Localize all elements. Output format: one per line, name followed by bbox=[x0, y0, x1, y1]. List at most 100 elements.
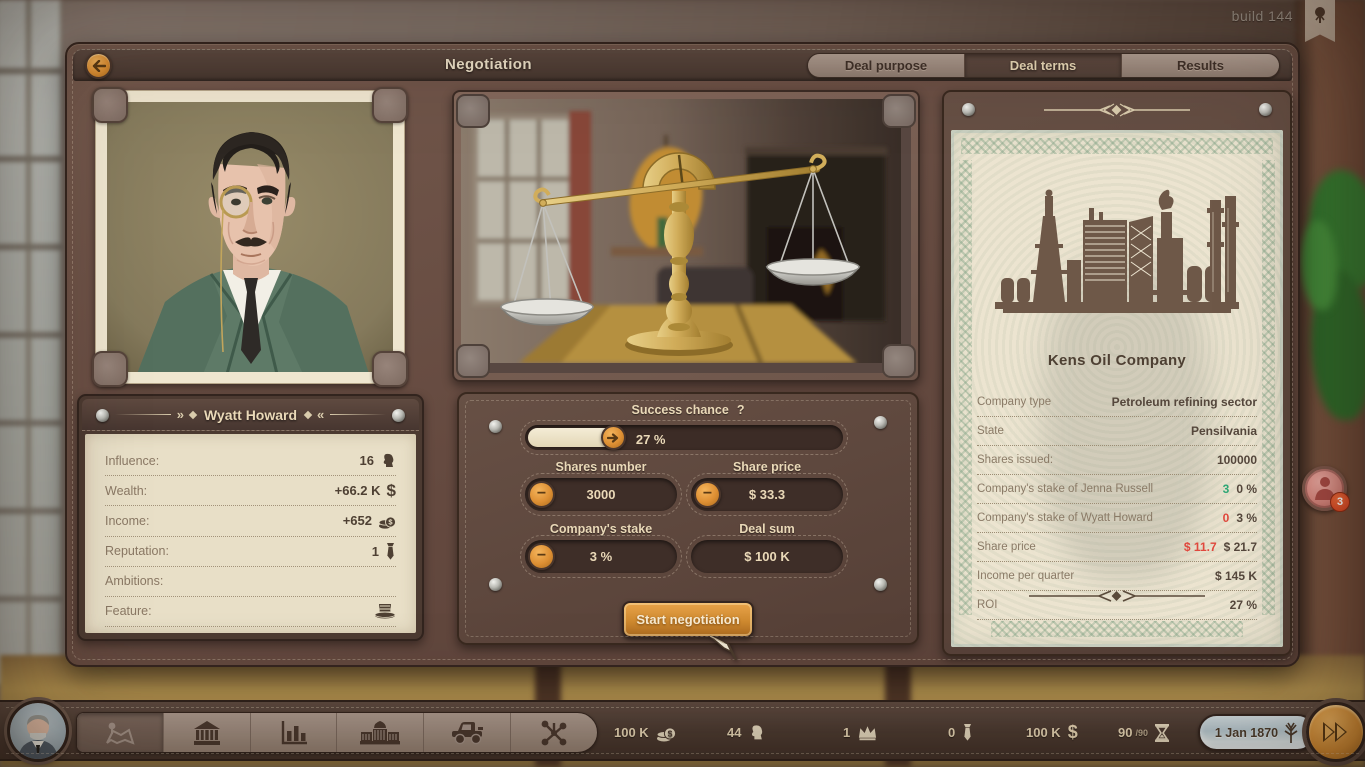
refinery-illustration bbox=[991, 182, 1243, 316]
photo-corner bbox=[456, 94, 490, 128]
dollar-icon: $ bbox=[1068, 722, 1078, 743]
balance-scale-art bbox=[461, 99, 901, 363]
nav-bank-button[interactable] bbox=[164, 713, 251, 752]
company-row: Company's stake of Wyatt Howard03 % bbox=[977, 504, 1257, 533]
company-stake-label: Company's stake bbox=[525, 522, 677, 536]
slider-knob[interactable] bbox=[601, 425, 626, 450]
company-info-panel: Kens Oil Company Company typePetroleum r… bbox=[942, 90, 1292, 656]
company-stake-field: − 3 % bbox=[525, 540, 677, 573]
photo-corner bbox=[882, 94, 916, 128]
ornament bbox=[304, 410, 312, 418]
success-chance-label: Success chance? bbox=[459, 403, 917, 417]
tophat-icon bbox=[374, 602, 396, 620]
deal-tabs: Deal purpose Deal terms Results bbox=[807, 53, 1280, 78]
stat-row-influence: Influence: 16 bbox=[105, 446, 396, 476]
tab-deal-terms[interactable]: Deal terms bbox=[965, 54, 1122, 77]
network-icon bbox=[540, 720, 568, 746]
nav-transport-button[interactable] bbox=[424, 713, 511, 752]
tie-icon bbox=[385, 543, 396, 560]
crown-icon bbox=[857, 724, 878, 741]
head-icon bbox=[380, 453, 396, 469]
tab-deal-purpose[interactable]: Deal purpose bbox=[808, 54, 965, 77]
negotiation-controls-panel: Success chance? 27 % Shares number Share… bbox=[457, 392, 919, 645]
dialog-header: Negotiation Deal purpose Deal terms Resu… bbox=[73, 49, 1292, 81]
nav-government-button[interactable] bbox=[337, 713, 424, 752]
ornament bbox=[330, 414, 386, 415]
car-icon bbox=[450, 721, 484, 745]
resource-action-points: 90/90 bbox=[1118, 702, 1169, 763]
guilloche-border bbox=[991, 621, 1243, 637]
back-button[interactable] bbox=[85, 52, 112, 79]
guilloche-border bbox=[959, 160, 972, 615]
help-icon[interactable]: ? bbox=[737, 403, 745, 417]
character-name: Wyatt Howard bbox=[204, 407, 297, 423]
photo-corner bbox=[92, 351, 128, 387]
resource-cash: 100 K $ bbox=[614, 702, 676, 763]
share-price-field: − $ 33.3 bbox=[691, 478, 843, 511]
ornament: » bbox=[177, 407, 184, 422]
tree-icon bbox=[1312, 6, 1328, 24]
head-icon bbox=[748, 724, 765, 742]
fast-forward-icon bbox=[1321, 720, 1351, 744]
svg-text:$: $ bbox=[667, 728, 672, 738]
slider-fill: 27 % bbox=[528, 428, 614, 447]
success-chance-slider[interactable]: 27 % bbox=[525, 425, 843, 450]
map-icon bbox=[103, 721, 137, 745]
shares-number-field: − 3000 bbox=[525, 478, 677, 511]
tie-icon bbox=[962, 724, 973, 741]
end-turn-button[interactable] bbox=[1306, 702, 1365, 762]
company-panel-header bbox=[944, 92, 1290, 128]
tab-results[interactable]: Results bbox=[1122, 54, 1279, 77]
ornament bbox=[115, 414, 171, 415]
player-avatar-art bbox=[10, 703, 66, 759]
company-row: Share price$ 11.7$ 21.7 bbox=[977, 533, 1257, 562]
date-display[interactable]: 1 Jan 1870 bbox=[1198, 714, 1316, 751]
character-stats-list: Influence: 16 Wealth: +66.2 K $ Income: … bbox=[85, 434, 416, 633]
nav-map-button[interactable] bbox=[77, 713, 164, 752]
player-avatar[interactable] bbox=[7, 700, 69, 762]
coins-icon: $ bbox=[656, 724, 676, 742]
decrease-stake-button[interactable]: − bbox=[528, 543, 555, 570]
company-row: StatePensilvania bbox=[977, 417, 1257, 446]
stat-row-feature: Feature: bbox=[105, 597, 396, 627]
back-arrow-icon bbox=[92, 60, 106, 72]
photo-corner bbox=[372, 87, 408, 123]
character-stats-header: » Wyatt Howard « bbox=[82, 399, 419, 431]
balance-scale-picture bbox=[461, 99, 911, 373]
quill-cursor-icon bbox=[706, 630, 740, 664]
coins-icon: $ bbox=[378, 513, 396, 529]
rivet bbox=[489, 578, 502, 591]
resource-influence: 44 bbox=[727, 702, 765, 763]
rivet bbox=[96, 409, 109, 422]
guilloche-border bbox=[961, 138, 1273, 154]
company-details-list: Company typePetroleum refining sector St… bbox=[977, 388, 1257, 620]
company-row: Income per quarter$ 145 K bbox=[977, 562, 1257, 591]
page-title: Negotiation bbox=[445, 56, 532, 73]
government-icon bbox=[360, 721, 400, 745]
deal-sum-label: Deal sum bbox=[691, 522, 843, 536]
shares-number-label: Shares number bbox=[525, 460, 677, 474]
decrease-shares-button[interactable]: − bbox=[528, 481, 555, 508]
success-chance-value: 27 % bbox=[636, 432, 666, 447]
notifications-button[interactable]: 3 bbox=[1302, 466, 1347, 511]
nav-stock-chart-button[interactable] bbox=[251, 713, 338, 752]
ornament bbox=[189, 410, 197, 418]
dollar-icon: $ bbox=[387, 481, 396, 501]
header-ornament bbox=[1042, 103, 1192, 117]
photo-corner bbox=[92, 87, 128, 123]
guilloche-border bbox=[1262, 160, 1275, 615]
stake-change-positive: 3 bbox=[1223, 482, 1230, 496]
rivet bbox=[392, 409, 405, 422]
negotiation-dialog: Negotiation Deal purpose Deal terms Resu… bbox=[65, 42, 1300, 667]
stake-change-negative: 0 bbox=[1223, 511, 1230, 525]
stat-row-income: Income: +652 $ bbox=[105, 506, 396, 536]
build-version-label: build 144 bbox=[1232, 8, 1293, 24]
nav-relations-button[interactable] bbox=[511, 713, 597, 752]
wyatt-howard-portrait-art bbox=[107, 102, 393, 372]
notification-count-badge: 3 bbox=[1330, 492, 1350, 512]
stat-row-reputation: Reputation: 1 bbox=[105, 537, 396, 567]
decrease-price-button[interactable]: − bbox=[694, 481, 721, 508]
hourglass-icon bbox=[1155, 724, 1169, 742]
rivet bbox=[874, 578, 887, 591]
photo-corner bbox=[372, 351, 408, 387]
